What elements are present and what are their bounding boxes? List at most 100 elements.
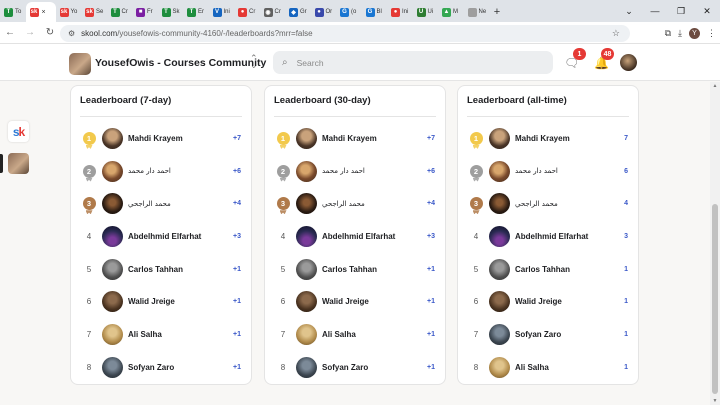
minimize-button[interactable]: — <box>642 0 668 22</box>
new-tab-button[interactable]: + <box>489 2 505 22</box>
member-avatar[interactable] <box>296 291 317 313</box>
community-switcher-icon[interactable]: ⌃ ⌄ <box>250 54 258 70</box>
member-avatar[interactable] <box>489 127 510 149</box>
browser-tab[interactable]: V Ini <box>209 2 235 22</box>
browser-tab[interactable]: ◉ Cr <box>260 2 286 22</box>
profile-avatar[interactable]: Y <box>689 27 700 39</box>
browser-tab[interactable]: T Sk <box>158 2 184 22</box>
browser-tab[interactable]: U Ui <box>413 2 439 22</box>
close-window-button[interactable]: ✕ <box>694 0 720 22</box>
browser-tab[interactable]: T Er <box>183 2 209 22</box>
scroll-up-arrow[interactable]: ▲ <box>710 82 720 90</box>
browser-tab[interactable]: ● Ini <box>387 2 413 22</box>
member-avatar[interactable] <box>102 258 123 280</box>
browser-tab[interactable]: sk Se <box>81 2 107 22</box>
member-avatar[interactable] <box>296 160 317 182</box>
member-name[interactable]: احمد دار محمد <box>515 167 558 175</box>
member-name[interactable]: Walid Jreige <box>128 297 175 306</box>
community-name[interactable]: YousefOwis - Courses Community <box>95 57 266 69</box>
member-name[interactable]: Mahdi Krayem <box>515 134 570 143</box>
scroll-down-arrow[interactable]: ▼ <box>710 397 720 405</box>
member-name[interactable]: Abdelhmid Elfarhat <box>322 232 395 241</box>
member-avatar[interactable] <box>489 160 510 182</box>
member-name[interactable]: Abdelhmid Elfarhat <box>128 232 201 241</box>
member-name[interactable]: Sofyan Zaro <box>515 330 561 339</box>
member-name[interactable]: محمد الراجحي <box>515 200 558 208</box>
member-name[interactable]: محمد الراجحي <box>128 200 171 208</box>
browser-tab[interactable]: T Cr <box>107 2 133 22</box>
browser-tab[interactable]: sk × <box>25 2 56 22</box>
user-avatar[interactable] <box>620 54 637 71</box>
member-avatar[interactable] <box>489 225 510 247</box>
page-scrollbar[interactable]: ▲ ▼ <box>710 82 720 405</box>
member-avatar[interactable] <box>296 225 317 247</box>
extensions-icon[interactable]: ⧉ <box>665 28 671 39</box>
reload-button[interactable]: ↻ <box>40 23 60 43</box>
member-avatar[interactable] <box>296 127 317 149</box>
maximize-button[interactable]: ❐ <box>668 0 694 22</box>
member-name[interactable]: Carlos Tahhan <box>322 265 377 274</box>
member-name[interactable]: Abdelhmid Elfarhat <box>515 232 588 241</box>
scroll-thumb[interactable] <box>712 204 718 394</box>
member-avatar[interactable] <box>296 258 317 280</box>
member-avatar[interactable] <box>489 193 510 215</box>
member-avatar[interactable] <box>489 258 510 280</box>
member-avatar[interactable] <box>296 193 317 215</box>
member-name[interactable]: Ali Salha <box>128 330 162 339</box>
skool-logo-icon[interactable]: sk <box>8 121 29 142</box>
member-name[interactable]: Mahdi Krayem <box>322 134 377 143</box>
member-name[interactable]: Sofyan Zaro <box>322 363 368 372</box>
member-avatar[interactable] <box>489 323 510 345</box>
member-name[interactable]: Ali Salha <box>515 363 549 372</box>
member-avatar[interactable] <box>102 193 123 215</box>
back-button[interactable]: ← <box>0 23 20 43</box>
member-name[interactable]: محمد الراجحي <box>322 200 365 208</box>
address-bar[interactable]: ⚙ skool.com/yousefowis-community-4160/-/… <box>60 25 630 42</box>
browser-tab[interactable]: sk Yo <box>56 2 82 22</box>
member-avatar[interactable] <box>102 291 123 313</box>
member-name[interactable]: احمد دار محمد <box>322 167 365 175</box>
member-avatar[interactable] <box>296 323 317 345</box>
member-name[interactable]: احمد دار محمد <box>128 167 171 175</box>
leaderboard-row: 1 Mahdi Krayem +7 <box>274 122 436 155</box>
member-points: +1 <box>233 330 241 338</box>
browser-tab[interactable]: Ne <box>464 2 490 22</box>
browser-tab[interactable]: ■ Fr <box>132 2 158 22</box>
member-name[interactable]: Sofyan Zaro <box>128 363 174 372</box>
browser-tab[interactable]: ● Or <box>311 2 337 22</box>
browser-tab[interactable]: ● Cr <box>234 2 260 22</box>
bookmark-star-icon[interactable]: ☆ <box>612 28 620 39</box>
site-info-icon[interactable]: ⚙ <box>68 29 75 38</box>
member-avatar[interactable] <box>489 356 510 378</box>
forward-button[interactable]: → <box>20 23 40 43</box>
browser-tab[interactable]: G (o <box>336 2 362 22</box>
member-name[interactable]: Carlos Tahhan <box>128 265 183 274</box>
member-name[interactable]: Walid Jreige <box>515 297 562 306</box>
chevron-down-icon[interactable]: ⌄ <box>616 0 642 22</box>
browser-tab[interactable]: T To <box>0 2 26 22</box>
member-avatar[interactable] <box>102 323 123 345</box>
member-avatar[interactable] <box>102 225 123 247</box>
member-avatar[interactable] <box>102 356 123 378</box>
download-icon[interactable]: ⤓ <box>678 28 682 39</box>
member-name[interactable]: Ali Salha <box>322 330 356 339</box>
tab-favicon-icon: U <box>416 7 426 17</box>
rail-community-icon[interactable] <box>8 153 29 174</box>
member-name[interactable]: Carlos Tahhan <box>515 265 570 274</box>
member-avatar[interactable] <box>102 127 123 149</box>
member-name[interactable]: Walid Jreige <box>322 297 369 306</box>
browser-tab[interactable]: ◆ Gr <box>285 2 311 22</box>
member-avatar[interactable] <box>489 291 510 313</box>
member-avatar[interactable] <box>102 160 123 182</box>
member-avatar[interactable] <box>296 356 317 378</box>
search-bar[interactable]: ⌕ <box>273 51 553 74</box>
browser-tab[interactable]: ▲ M <box>438 2 464 22</box>
search-input[interactable] <box>296 57 527 68</box>
browser-tab[interactable]: G Bl <box>362 2 388 22</box>
menu-kebab-icon[interactable]: ⋮ <box>707 28 716 39</box>
leaderboard-title: Leaderboard (30-day) <box>274 95 371 106</box>
tab-close-icon[interactable]: × <box>42 9 46 16</box>
rank-medal-icon: 1 <box>275 130 291 146</box>
community-logo[interactable] <box>69 53 91 75</box>
member-name[interactable]: Mahdi Krayem <box>128 134 183 143</box>
